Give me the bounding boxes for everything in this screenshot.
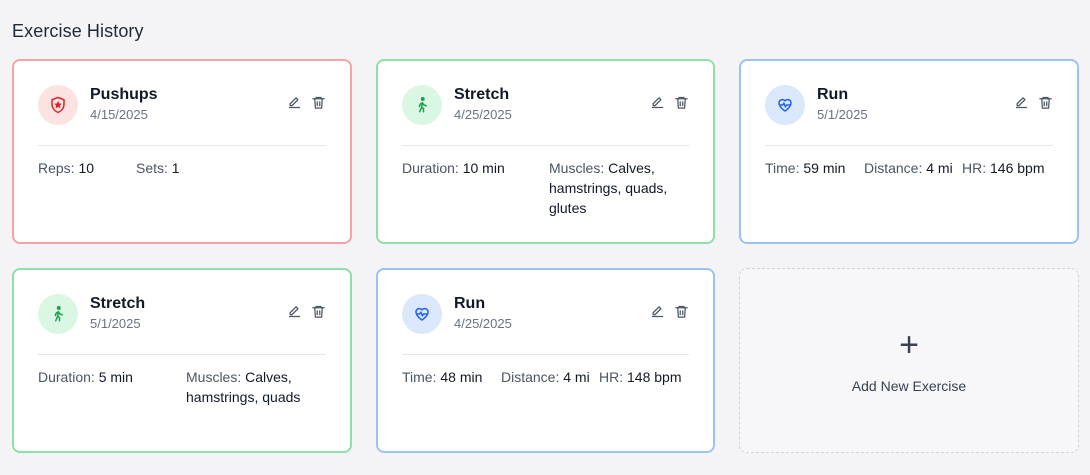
stat-value: 4 mi: [563, 369, 590, 385]
add-exercise-button[interactable]: + Add New Exercise: [739, 268, 1079, 453]
exercise-name: Run: [454, 295, 486, 312]
stat-label: Distance:: [864, 160, 923, 176]
exercise-date: 5/1/2025: [817, 107, 868, 122]
stat-time: Time: 59 min: [765, 158, 864, 178]
stat-label: HR:: [962, 160, 987, 176]
card-header: Run 4/25/2025: [402, 294, 689, 355]
stat-label: Duration:: [402, 160, 459, 176]
stat-value: 4 mi: [926, 160, 953, 176]
card-actions: [286, 303, 326, 319]
heart-pulse-icon: [402, 294, 442, 334]
stat-hr: HR: 146 bpm: [962, 158, 1045, 178]
exercise-card[interactable]: Run 5/1/2025 Time: 59 min Distance: 4 mi…: [739, 59, 1079, 244]
card-title-block: Stretch 4/25/2025: [454, 85, 649, 125]
stat-label: Muscles:: [186, 369, 242, 385]
exercise-date: 4/15/2025: [90, 107, 148, 122]
card-title-block: Pushups 4/15/2025: [90, 85, 286, 125]
trash-icon[interactable]: [310, 94, 326, 110]
stat-value: 10 min: [462, 160, 505, 176]
exercise-stats: Duration: 5 min Muscles: Calves, hamstri…: [38, 355, 326, 407]
exercise-stats: Duration: 10 min Muscles: Calves, hamstr…: [402, 146, 689, 218]
stat-value: 48 min: [440, 369, 483, 385]
card-header: Run 5/1/2025: [765, 85, 1053, 146]
page-title: Exercise History: [12, 21, 144, 41]
card-header: Pushups 4/15/2025: [38, 85, 326, 146]
stat-reps: Reps: 10: [38, 158, 136, 178]
walking-person-icon: [402, 85, 442, 125]
walking-person-icon: [38, 294, 78, 334]
trash-icon[interactable]: [1037, 94, 1053, 110]
exercise-name: Pushups: [90, 86, 158, 103]
edit-icon[interactable]: [286, 94, 302, 110]
edit-icon[interactable]: [649, 94, 665, 110]
exercise-card[interactable]: Run 4/25/2025 Time: 48 min Distance: 4 m…: [376, 268, 715, 453]
stat-value: 146 bpm: [990, 160, 1045, 176]
exercise-grid: Pushups 4/15/2025 Reps: 10 Sets: 1 Stret…: [12, 59, 1079, 453]
exercise-stats: Time: 59 min Distance: 4 mi HR: 146 bpm: [765, 146, 1053, 178]
stat-label: Time:: [765, 160, 800, 176]
stat-muscles: Muscles: Calves, hamstrings, quads: [186, 367, 326, 407]
stat-label: Time:: [402, 369, 437, 385]
stat-label: HR:: [599, 369, 624, 385]
edit-icon[interactable]: [286, 303, 302, 319]
card-title-block: Stretch 5/1/2025: [90, 294, 286, 334]
stat-distance: Distance: 4 mi: [501, 367, 599, 387]
exercise-card[interactable]: Stretch 5/1/2025 Duration: 5 min Muscles…: [12, 268, 352, 453]
stat-value: 10: [78, 160, 95, 176]
exercise-stats: Time: 48 min Distance: 4 mi HR: 148 bpm: [402, 355, 689, 387]
exercise-date: 4/25/2025: [454, 107, 512, 122]
edit-icon[interactable]: [1013, 94, 1029, 110]
add-exercise-label: Add New Exercise: [851, 377, 967, 394]
exercise-date: 4/25/2025: [454, 316, 512, 331]
stat-value: 148 bpm: [627, 369, 682, 385]
stat-distance: Distance: 4 mi: [864, 158, 962, 178]
stat-label: Muscles:: [549, 160, 605, 176]
exercise-name: Run: [817, 86, 849, 103]
stat-value: 1: [171, 160, 180, 176]
trash-icon[interactable]: [673, 303, 689, 319]
card-actions: [649, 303, 689, 319]
stat-duration: Duration: 5 min: [38, 367, 186, 407]
stat-time: Time: 48 min: [402, 367, 501, 387]
stat-label: Distance:: [501, 369, 560, 385]
shield-star-icon: [38, 85, 78, 125]
card-header: Stretch 5/1/2025: [38, 294, 326, 355]
exercise-stats: Reps: 10 Sets: 1: [38, 146, 326, 178]
stat-label: Reps:: [38, 160, 75, 176]
edit-icon[interactable]: [649, 303, 665, 319]
card-actions: [1013, 94, 1053, 110]
stat-label: Duration:: [38, 369, 95, 385]
stat-duration: Duration: 10 min: [402, 158, 549, 218]
card-title-block: Run 4/25/2025: [454, 294, 649, 334]
stat-value: 59 min: [803, 160, 846, 176]
heart-pulse-icon: [765, 85, 805, 125]
exercise-card[interactable]: Pushups 4/15/2025 Reps: 10 Sets: 1: [12, 59, 352, 244]
plus-icon: +: [899, 325, 919, 364]
trash-icon[interactable]: [673, 94, 689, 110]
stat-label: Sets:: [136, 160, 168, 176]
card-actions: [286, 94, 326, 110]
stat-value: 5 min: [98, 369, 133, 385]
exercise-name: Stretch: [454, 86, 510, 103]
card-title-block: Run 5/1/2025: [817, 85, 1013, 125]
exercise-date: 5/1/2025: [90, 316, 141, 331]
stat-muscles: Muscles: Calves, hamstrings, quads, glut…: [549, 158, 689, 218]
exercise-card[interactable]: Stretch 4/25/2025 Duration: 10 min Muscl…: [376, 59, 715, 244]
stat-sets: Sets: 1: [136, 158, 180, 178]
exercise-name: Stretch: [90, 295, 146, 312]
trash-icon[interactable]: [310, 303, 326, 319]
card-header: Stretch 4/25/2025: [402, 85, 689, 146]
stat-hr: HR: 148 bpm: [599, 367, 682, 387]
card-actions: [649, 94, 689, 110]
